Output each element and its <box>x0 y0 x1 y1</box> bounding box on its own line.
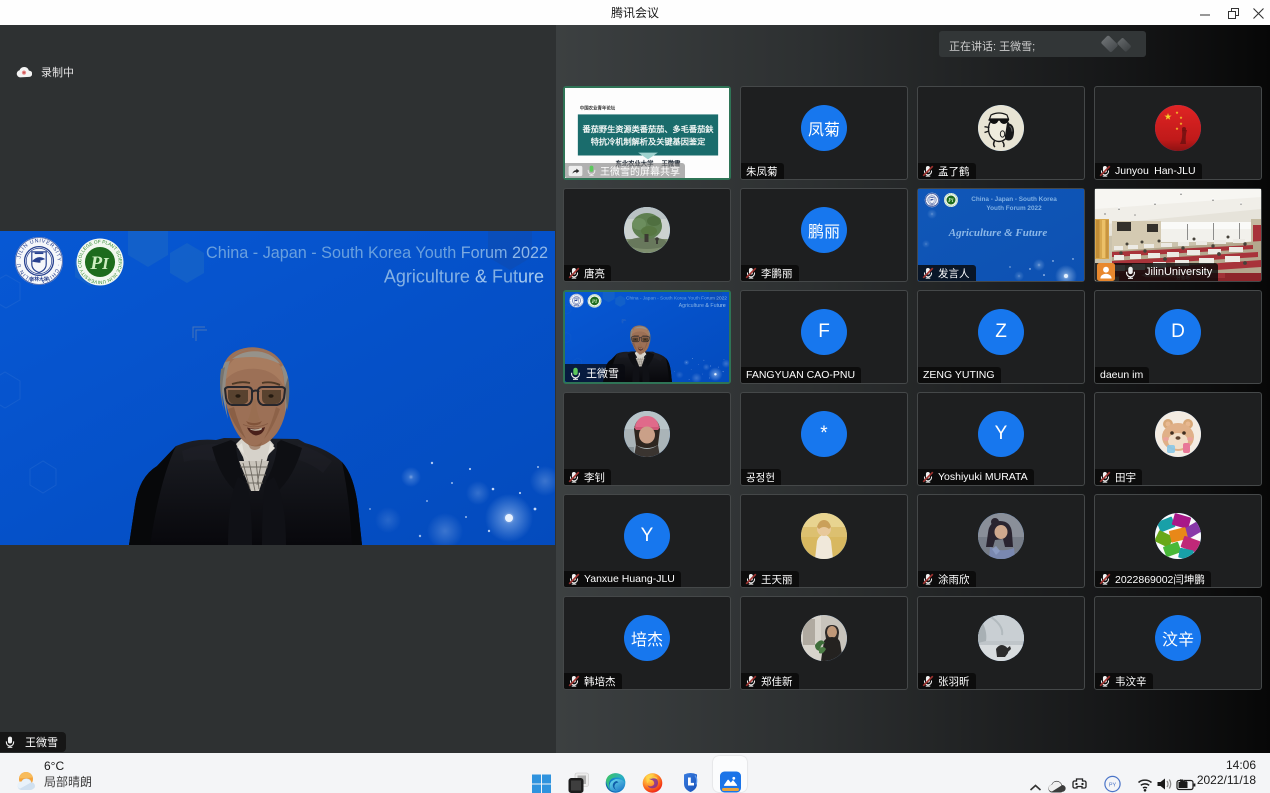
svg-text:Agriculture & Future: Agriculture & Future <box>948 227 1048 239</box>
svg-text:特抗冷机制解析及关键基因鉴定: 特抗冷机制解析及关键基因鉴定 <box>591 137 706 147</box>
svg-text:China - Japan - South Korea: China - Japan - South Korea <box>971 196 1057 203</box>
svg-text:Youth Forum 2022: Youth Forum 2022 <box>986 205 1042 212</box>
svg-text:番茄野生资源类番茄茄、多毛番茄鈇: 番茄野生资源类番茄茄、多毛番茄鈇 <box>582 124 715 134</box>
svg-text:PY: PY <box>1109 783 1117 789</box>
svg-text:吉林大学: 吉林大学 <box>29 276 48 283</box>
svg-text:中国农业青年论坛: 中国农业青年论坛 <box>580 105 616 112</box>
svg-text:PI: PI <box>89 253 110 274</box>
